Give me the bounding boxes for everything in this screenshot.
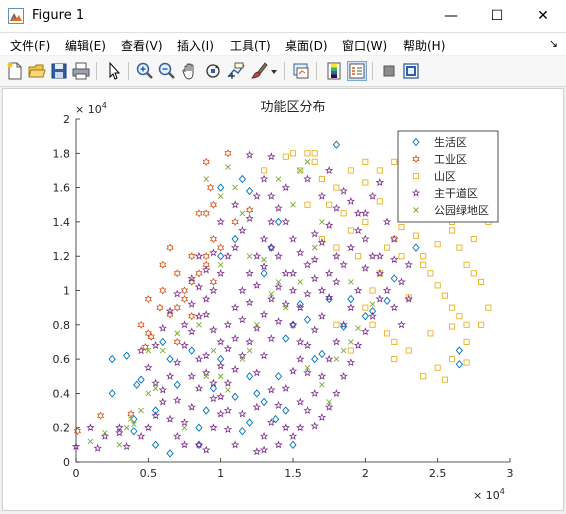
scatter-chart[interactable]: 0 0.5 1 1.5 2 2.5 3 0 0.2 0.4 0.6 0.8 1 1.2 1.4 1.6 1.8 2… xyxy=(3,89,563,510)
legend-label: 主干道区 xyxy=(434,186,478,200)
y-tick-label: 0 xyxy=(63,456,70,469)
menu-view[interactable]: 查看(V) xyxy=(121,37,163,54)
y-tick-label: 0.4 xyxy=(53,387,71,400)
x-exponent-label: × 104 xyxy=(473,487,505,502)
menu-file[interactable]: 文件(F) xyxy=(10,37,50,54)
toolbar-separator xyxy=(128,62,129,80)
open-file-icon[interactable] xyxy=(27,61,47,81)
x-tick-label: 1 xyxy=(217,467,224,480)
toolbar-separator xyxy=(372,62,373,80)
x-tick-label: 1.5 xyxy=(284,467,302,480)
brush-dropdown-icon[interactable] xyxy=(270,61,278,81)
legend[interactable]: 生活区工业区山区主干道区公园绿地区 xyxy=(397,130,499,223)
menu-desktop[interactable]: 桌面(D) xyxy=(285,37,328,54)
maximize-button[interactable]: ☐ xyxy=(474,0,520,32)
minimize-button[interactable]: — xyxy=(428,0,474,32)
menu-edit[interactable]: 编辑(E) xyxy=(65,37,106,54)
figure-toolbar xyxy=(0,56,566,87)
show-plot-tools-icon[interactable] xyxy=(401,61,421,81)
y-tick-label: 2 xyxy=(63,113,70,126)
x-tick-label: 2.5 xyxy=(429,467,447,480)
y-tick-label: 1 xyxy=(63,285,70,298)
legend-icon[interactable] xyxy=(347,61,367,81)
chart-title: 功能区分布 xyxy=(260,100,325,115)
pointer-icon[interactable] xyxy=(104,61,124,81)
x-tick-label: 0.5 xyxy=(140,467,158,480)
y-tick-label: 1.4 xyxy=(53,216,71,229)
menu-dock-arrow-icon[interactable]: ↘ xyxy=(549,37,558,50)
close-button[interactable]: ✕ xyxy=(520,0,566,32)
matlab-figure-icon xyxy=(8,8,24,24)
pan-icon[interactable] xyxy=(180,61,200,81)
y-tick-label: 0.8 xyxy=(53,319,71,332)
y-tick-label: 1.8 xyxy=(53,147,71,160)
print-icon[interactable] xyxy=(71,61,91,81)
toolbar-separator xyxy=(316,62,317,80)
zoom-out-icon[interactable] xyxy=(157,61,177,81)
legend-label: 工业区 xyxy=(434,153,467,166)
toolbar-separator xyxy=(284,62,285,80)
menu-help[interactable]: 帮助(H) xyxy=(403,37,445,54)
rotate-3d-icon[interactable] xyxy=(203,61,223,81)
y-tick-label: 1.2 xyxy=(53,250,71,263)
svg-text:× 104: × 104 xyxy=(75,101,107,116)
menu-bar: 文件(F) 编辑(E) 查看(V) 插入(I) 工具(T) 桌面(D) 窗口(W… xyxy=(0,33,566,55)
legend-label: 山区 xyxy=(434,170,456,183)
menu-tools[interactable]: 工具(T) xyxy=(230,37,271,54)
legend-label: 公园绿地区 xyxy=(434,203,489,217)
brush-icon[interactable] xyxy=(249,61,269,81)
x-tick-label: 3 xyxy=(507,467,514,480)
hide-plot-tools-icon[interactable] xyxy=(379,61,399,81)
title-bar: Figure 1 — ☐ ✕ xyxy=(0,0,566,33)
menu-window[interactable]: 窗口(W) xyxy=(342,37,387,54)
save-icon[interactable] xyxy=(49,61,69,81)
y-exponent-label: × 104 xyxy=(75,101,107,116)
toolbar-separator xyxy=(96,62,97,80)
y-tick-label: 0.6 xyxy=(53,353,71,366)
legend-label: 生活区 xyxy=(434,135,467,149)
menu-insert[interactable]: 插入(I) xyxy=(177,37,214,54)
link-plot-icon[interactable] xyxy=(291,61,311,81)
figure-canvas: 0 0.5 1 1.5 2 2.5 3 0 0.2 0.4 0.6 0.8 1 1.2 1.4 1.6 1.8 2… xyxy=(2,88,564,511)
x-tick-label: 0 xyxy=(73,467,80,480)
x-tick-label: 2 xyxy=(362,467,369,480)
y-tick-label: 1.6 xyxy=(53,182,71,195)
colorbar-icon[interactable] xyxy=(324,61,344,81)
y-tick-label: 0.2 xyxy=(53,422,71,435)
zoom-in-icon[interactable] xyxy=(135,61,155,81)
svg-text:× 104: × 104 xyxy=(473,487,505,502)
data-cursor-icon[interactable] xyxy=(226,61,246,81)
window-title: Figure 1 xyxy=(32,8,85,23)
new-figure-icon[interactable] xyxy=(5,61,25,81)
